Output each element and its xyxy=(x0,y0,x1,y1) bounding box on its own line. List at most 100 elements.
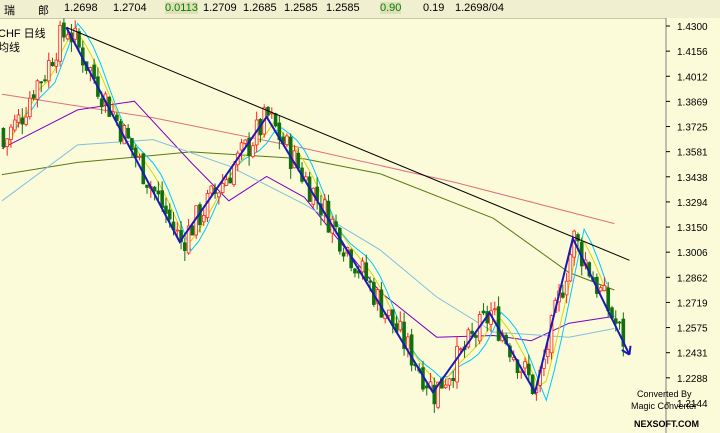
candle-body xyxy=(12,119,17,131)
axis-tick-label: 1.3006 xyxy=(677,248,708,259)
candle-body xyxy=(167,209,172,220)
candle-body xyxy=(492,308,497,311)
candle-body xyxy=(77,31,81,48)
candle-body xyxy=(31,94,36,99)
candle xyxy=(62,18,66,42)
candle-body xyxy=(617,321,622,324)
candle-body xyxy=(205,193,210,219)
candle-body xyxy=(99,98,104,108)
candle-body xyxy=(481,310,486,314)
candle-body xyxy=(368,280,372,283)
candle xyxy=(273,112,278,128)
candle xyxy=(451,370,456,388)
candle xyxy=(398,311,403,333)
candle xyxy=(126,124,130,140)
moving-average-line xyxy=(1,151,615,291)
candle xyxy=(194,205,198,240)
candle-body xyxy=(353,268,357,274)
candle-body xyxy=(568,254,573,282)
price-chart[interactable]: 1.4300 1.4156 1.4012 1.3869 1.3725 1.3581 1.34… xyxy=(0,0,720,433)
axis-tick-label: 1.4156 xyxy=(677,47,708,58)
candle xyxy=(12,114,17,133)
candle xyxy=(145,184,149,194)
candle xyxy=(341,247,346,262)
candle xyxy=(50,57,55,67)
candle xyxy=(186,218,191,255)
watermark-line1: Converted By xyxy=(637,389,692,399)
candle xyxy=(28,91,32,120)
candle xyxy=(46,52,51,88)
candle-body xyxy=(474,335,478,338)
candle-body xyxy=(141,153,146,185)
axis-tick-label: 1.3150 xyxy=(677,223,708,234)
candle-body xyxy=(224,179,229,186)
candle-body xyxy=(58,24,62,62)
candle-body xyxy=(251,145,255,158)
candle-body xyxy=(447,378,452,386)
candle-body xyxy=(9,126,13,140)
moving-average-line xyxy=(1,100,615,342)
candle xyxy=(217,192,221,205)
axis-tick-label: 1.3581 xyxy=(677,148,708,159)
axis-tick-label: 1.3438 xyxy=(677,173,708,184)
axis-tick-label: 1.2862 xyxy=(677,273,708,284)
axis-tick-label: 1.2431 xyxy=(677,349,708,360)
candle-body xyxy=(73,27,78,40)
candle-body xyxy=(39,81,43,84)
candle-body xyxy=(152,186,157,192)
axis-tick-label: 1.3725 xyxy=(677,123,708,134)
candle-body xyxy=(598,287,603,292)
candle xyxy=(315,176,319,210)
candle-body xyxy=(360,260,365,273)
candle-body xyxy=(443,384,448,389)
candle xyxy=(330,216,335,244)
candle xyxy=(58,20,62,67)
candle-body xyxy=(35,80,40,100)
candle-body xyxy=(62,22,66,38)
candle xyxy=(447,377,452,391)
candle-body xyxy=(527,363,531,376)
candle xyxy=(239,138,244,160)
candle-body xyxy=(470,330,474,335)
candle-body xyxy=(387,309,391,316)
candle xyxy=(481,303,486,316)
candle xyxy=(141,152,146,185)
axis-tick-label: 1.3869 xyxy=(677,97,708,108)
watermark-line3: NEXSOFT.COM xyxy=(634,419,699,429)
candle-body xyxy=(334,221,338,227)
candle-body xyxy=(16,114,21,123)
candle-body xyxy=(243,139,248,144)
candle xyxy=(209,185,214,195)
watermark-line2: Magic Converter xyxy=(631,401,697,411)
candle-body xyxy=(561,292,565,298)
candle xyxy=(390,309,395,334)
candle xyxy=(1,127,6,150)
candlesticks xyxy=(1,18,626,413)
candle-body xyxy=(65,34,70,40)
candle-body xyxy=(228,177,233,184)
moving-average-line xyxy=(1,93,615,225)
axis-tick-label: 1.2288 xyxy=(677,374,708,385)
candle-body xyxy=(20,117,25,125)
pattern-lines xyxy=(65,26,632,395)
candle-body xyxy=(43,79,47,82)
candle-body xyxy=(406,336,410,350)
candle-body xyxy=(54,59,59,67)
candle xyxy=(409,328,414,372)
candle-body xyxy=(1,127,6,147)
candle xyxy=(54,52,59,74)
candle-body xyxy=(288,136,293,169)
candle-body xyxy=(156,190,161,195)
labels: CHF 日线 均线 Converted By Magic Converter N… xyxy=(0,26,699,429)
zigzag-line xyxy=(65,26,631,395)
candle-body xyxy=(364,262,369,282)
candle-body xyxy=(602,285,607,292)
candle xyxy=(492,301,497,316)
candle-body xyxy=(523,361,527,369)
moving-average-line xyxy=(1,31,608,389)
candle-body xyxy=(455,345,459,383)
candle-body xyxy=(24,116,28,125)
candle-body xyxy=(46,60,51,82)
candle-body xyxy=(201,215,206,223)
candle-body xyxy=(458,348,463,351)
